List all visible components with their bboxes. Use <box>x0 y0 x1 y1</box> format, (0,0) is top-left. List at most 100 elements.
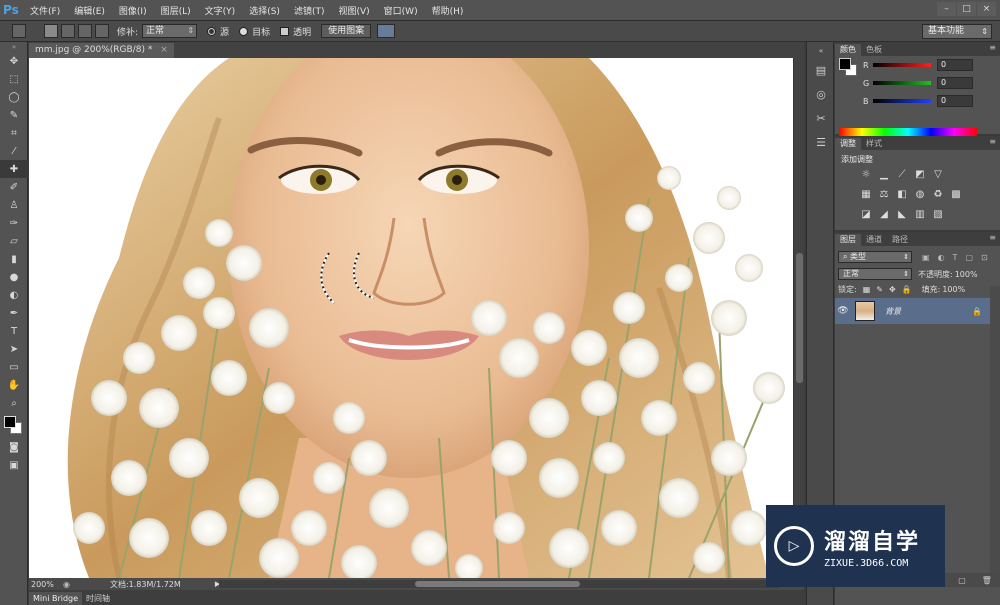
tab-mini-bridge[interactable]: Mini Bridge <box>29 592 83 605</box>
menu-item-3[interactable]: 图层(L) <box>154 4 198 17</box>
threshold-icon[interactable]: ◣ <box>895 208 909 220</box>
hue-saturation-icon[interactable]: ▦ <box>859 188 873 200</box>
screen-mode-icon[interactable]: ▣ <box>0 456 28 474</box>
document-canvas[interactable] <box>29 58 793 578</box>
intersect-selection-icon[interactable] <box>95 24 109 38</box>
marquee-tool-icon[interactable]: ⬚ <box>0 70 28 88</box>
eraser-tool-icon[interactable]: ▱ <box>0 232 28 250</box>
layer-kind-select[interactable]: ⌕ 类型 <box>838 251 912 263</box>
tab-timeline[interactable]: 时间轴 <box>82 592 114 605</box>
horizontal-scroll-thumb[interactable] <box>415 581 580 587</box>
new-selection-icon[interactable] <box>44 24 58 38</box>
add-selection-icon[interactable] <box>61 24 75 38</box>
green-slider[interactable]: G 0 <box>863 76 997 90</box>
menu-item-2[interactable]: 图像(I) <box>112 4 154 17</box>
posterize-icon[interactable]: ◢ <box>877 208 891 220</box>
use-pattern-button[interactable]: 使用图案 <box>321 24 372 38</box>
gradient-map-icon[interactable]: ▥ <box>913 208 927 220</box>
tab-adjustments[interactable]: 调整 <box>835 138 861 150</box>
type-tool-icon[interactable]: T <box>0 322 28 340</box>
collapse-icon[interactable]: » <box>0 42 28 52</box>
patch-tool-icon[interactable] <box>12 24 26 38</box>
blue-bar[interactable] <box>873 99 931 103</box>
menu-item-9[interactable]: 帮助(H) <box>425 4 471 17</box>
tab-channels[interactable]: 通道 <box>861 234 887 246</box>
black-white-icon[interactable]: ◧ <box>895 188 909 200</box>
tool-presets-icon[interactable]: ✂ <box>808 108 834 128</box>
color-spectrum[interactable] <box>839 128 977 136</box>
history-icon[interactable]: ▤ <box>808 60 834 80</box>
workspace-select[interactable]: 基本功能 <box>922 24 992 39</box>
menu-item-8[interactable]: 窗口(W) <box>377 4 425 17</box>
tab-layers[interactable]: 图层 <box>835 234 861 246</box>
exposure-icon[interactable]: ◩ <box>913 168 927 180</box>
menu-item-5[interactable]: 选择(S) <box>242 4 287 17</box>
status-icon[interactable]: ◉ <box>63 580 70 589</box>
green-value[interactable]: 0 <box>937 77 973 89</box>
tab-swatches[interactable]: 色板 <box>861 44 887 56</box>
layers-scrollbar[interactable] <box>990 286 1000 586</box>
red-value[interactable]: 0 <box>937 59 973 71</box>
history-brush-tool-icon[interactable]: ✑ <box>0 214 28 232</box>
layer-background[interactable]: 👁 背景 🔒 <box>835 298 990 324</box>
type-filter-icon[interactable]: T <box>953 253 958 262</box>
actions-icon[interactable]: ◎ <box>808 84 834 104</box>
transparent-checkbox[interactable] <box>280 26 290 36</box>
panel-menu-icon[interactable]: ≡ <box>989 137 996 146</box>
blend-mode-select[interactable]: 正常 <box>838 268 912 280</box>
smart-filter-icon[interactable]: ⊡ <box>981 253 988 262</box>
pixel-filter-icon[interactable]: ▣ <box>922 253 930 262</box>
tab-color[interactable]: 颜色 <box>835 44 861 56</box>
zoom-level[interactable]: 200% <box>29 580 63 589</box>
blue-value[interactable]: 0 <box>937 95 973 107</box>
eyedropper-tool-icon[interactable]: ⁄ <box>0 142 28 160</box>
visibility-eye-icon[interactable]: 👁 <box>835 306 851 316</box>
pattern-picker-icon[interactable] <box>377 24 396 38</box>
clone-stamp-tool-icon[interactable]: ♙ <box>0 196 28 214</box>
curves-icon[interactable]: ⟋ <box>895 168 909 180</box>
menu-item-4[interactable]: 文字(Y) <box>198 4 243 17</box>
move-tool-icon[interactable]: ✥ <box>0 52 28 70</box>
menu-item-1[interactable]: 编辑(E) <box>67 4 112 17</box>
opacity-value[interactable]: 100% <box>955 270 978 279</box>
shape-tool-icon[interactable]: ▭ <box>0 358 28 376</box>
subtract-selection-icon[interactable] <box>78 24 92 38</box>
levels-icon[interactable]: ▁ <box>877 168 891 180</box>
properties-icon[interactable]: ☰ <box>808 132 834 152</box>
selective-color-icon[interactable]: ▧ <box>931 208 945 220</box>
patch-mode-select[interactable]: 正常 <box>142 24 198 38</box>
panel-menu-icon[interactable]: ≡ <box>989 43 996 52</box>
delete-layer-icon[interactable]: 🗑 <box>982 576 992 585</box>
expand-icon[interactable]: « <box>808 46 834 56</box>
invert-icon[interactable]: ◪ <box>859 208 873 220</box>
lasso-tool-icon[interactable]: ◯ <box>0 88 28 106</box>
foreground-color-swatch[interactable] <box>839 58 851 70</box>
quick-selection-tool-icon[interactable]: ✎ <box>0 106 28 124</box>
menu-item-0[interactable]: 文件(F) <box>23 4 67 17</box>
red-slider[interactable]: R 0 <box>863 58 997 72</box>
color-balance-icon[interactable]: ⚖ <box>877 188 891 200</box>
document-tab[interactable]: mm.jpg @ 200%(RGB/8) * × <box>29 43 174 58</box>
horizontal-scrollbar[interactable] <box>219 580 779 588</box>
maximize-button[interactable]: □ <box>957 2 976 16</box>
channel-mixer-icon[interactable]: ♻ <box>931 188 945 200</box>
brush-tool-icon[interactable]: ✐ <box>0 178 28 196</box>
shape-filter-icon[interactable]: ▢ <box>965 253 973 262</box>
brightness-icon[interactable]: ☼ <box>859 168 873 180</box>
new-layer-icon[interactable]: ▢ <box>958 576 966 585</box>
panel-menu-icon[interactable]: ≡ <box>989 233 996 242</box>
blur-tool-icon[interactable]: ● <box>0 268 28 286</box>
gradient-tool-icon[interactable]: ▮ <box>0 250 28 268</box>
path-selection-tool-icon[interactable]: ➤ <box>0 340 28 358</box>
tab-styles[interactable]: 样式 <box>861 138 887 150</box>
minimize-button[interactable]: – <box>937 2 956 16</box>
vertical-scrollbar[interactable] <box>793 58 804 578</box>
dodge-tool-icon[interactable]: ◐ <box>0 286 28 304</box>
lock-icons[interactable]: ▦✎✥🔒 <box>863 285 918 294</box>
tab-paths[interactable]: 路径 <box>887 234 913 246</box>
green-bar[interactable] <box>873 81 931 85</box>
pen-tool-icon[interactable]: ✒ <box>0 304 28 322</box>
close-button[interactable]: × <box>977 2 996 16</box>
crop-tool-icon[interactable]: ⌗ <box>0 124 28 142</box>
menu-item-6[interactable]: 滤镜(T) <box>287 4 332 17</box>
